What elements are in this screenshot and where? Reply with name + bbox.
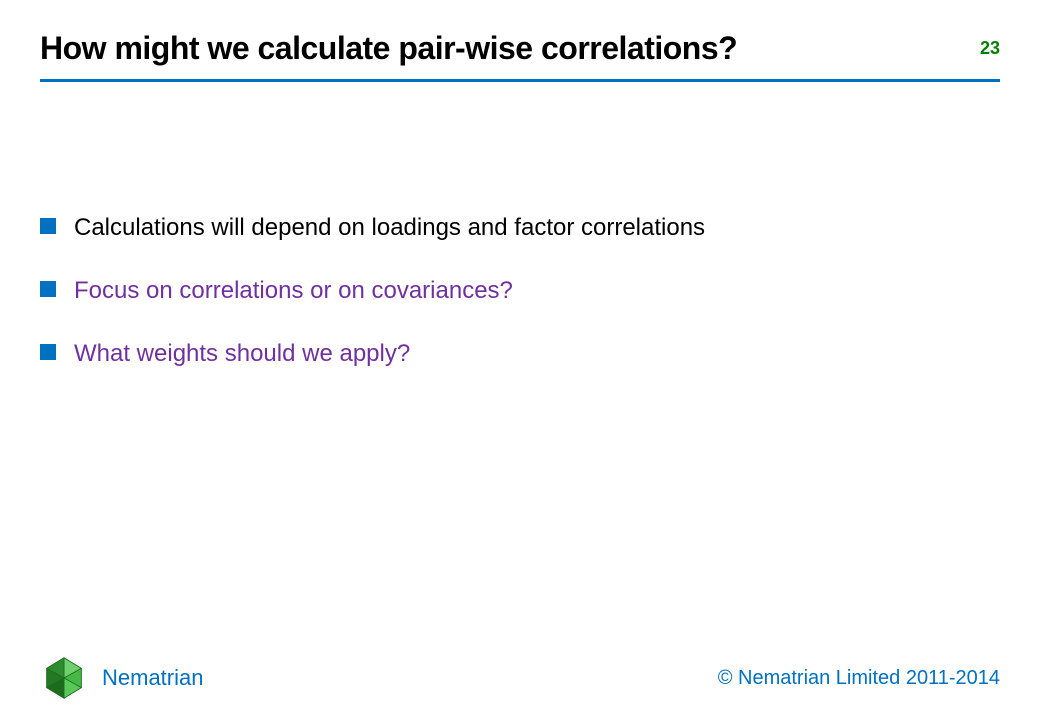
- bullet-item: Calculations will depend on loadings and…: [40, 212, 1000, 243]
- slide-footer: Nematrian © Nematrian Limited 2011-2014: [0, 654, 1040, 702]
- square-bullet-icon: [40, 218, 56, 234]
- bullet-item: What weights should we apply?: [40, 338, 1000, 369]
- bullet-text: What weights should we apply?: [74, 338, 410, 369]
- brand-name: Nematrian: [102, 665, 203, 691]
- copyright-text: © Nematrian Limited 2011-2014: [718, 667, 1000, 690]
- square-bullet-icon: [40, 344, 56, 360]
- slide-body: Calculations will depend on loadings and…: [0, 82, 1040, 370]
- brand-block: Nematrian: [40, 654, 203, 702]
- nematrian-logo-icon: [40, 654, 88, 702]
- slide-number: 23: [980, 38, 1000, 59]
- bullet-text: Calculations will depend on loadings and…: [74, 212, 705, 243]
- slide-header: How might we calculate pair-wise correla…: [0, 0, 1040, 67]
- slide-title: How might we calculate pair-wise correla…: [40, 30, 1000, 67]
- slide: How might we calculate pair-wise correla…: [0, 0, 1040, 720]
- square-bullet-icon: [40, 281, 56, 297]
- bullet-text: Focus on correlations or on covariances?: [74, 275, 513, 306]
- bullet-item: Focus on correlations or on covariances?: [40, 275, 1000, 306]
